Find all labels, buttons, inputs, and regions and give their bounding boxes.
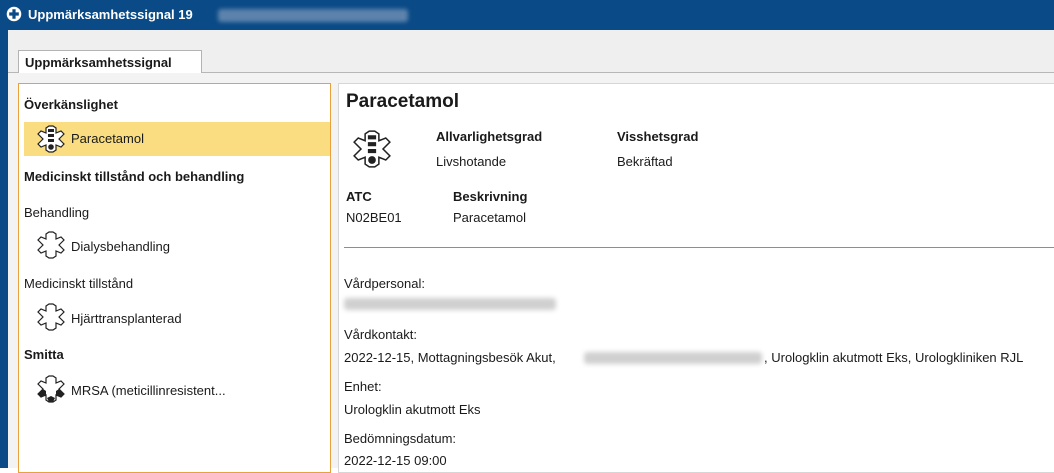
section-heading-overkanslighet: Överkänslighet (24, 97, 118, 112)
assessment-date-value: 2022-12-15 09:00 (344, 453, 447, 468)
selected-row-highlight (24, 122, 330, 156)
description-value: Paracetamol (453, 210, 526, 225)
list-item-label: Dialysbehandling (71, 239, 171, 254)
window-left-frame (0, 30, 8, 468)
description-label: Beskrivning (453, 189, 528, 204)
unit-label: Enhet: (344, 379, 382, 394)
redacted-patient-id (218, 9, 408, 22)
redacted-contact-person (584, 352, 762, 364)
medical-alert-large-icon (353, 130, 391, 168)
window-titlebar: Uppmärksamhetssignal 19 (0, 0, 1054, 30)
section-heading-smitta: Smitta (24, 347, 64, 362)
staff-label: Vårdpersonal: (344, 276, 425, 291)
group-heading-medicinskt-tillstand: Medicinskt tillstånd (24, 276, 134, 291)
contact-value-end: , Urologklin akutmott Eks, Urologklinike… (764, 350, 1024, 365)
contact-value-start: 2022-12-15, Mottagningsbesök Akut, (344, 350, 556, 365)
tab-label: Uppmärksamhetssignal (25, 55, 172, 70)
severity-value: Livshotande (436, 154, 507, 169)
detail-divider (344, 247, 1054, 248)
certainty-value: Bekräftad (617, 154, 673, 169)
atc-label: ATC (346, 189, 372, 204)
list-item-label: Paracetamol (71, 131, 144, 146)
medical-alert-icon (37, 125, 65, 153)
detail-title: Paracetamol (346, 91, 460, 112)
atc-value: N02BE01 (346, 210, 402, 225)
medical-alert-outline-icon (37, 231, 65, 259)
infection-alert-icon (37, 375, 65, 403)
redacted-staff-name (344, 298, 556, 310)
contact-label: Vårdkontakt: (344, 327, 417, 342)
certainty-label: Visshetsgrad (617, 129, 699, 144)
unit-value: Urologklin akutmott Eks (344, 402, 481, 417)
list-item-label: Hjärttransplanterad (71, 311, 182, 326)
section-heading-medicinskt-tillstand-och-behandling: Medicinskt tillstånd och behandling (24, 169, 245, 184)
assessment-date-label: Bedömningsdatum: (344, 431, 457, 446)
medical-alert-outline-icon (37, 303, 65, 331)
window-title: Uppmärksamhetssignal 19 (28, 7, 193, 22)
group-heading-behandling: Behandling (24, 205, 90, 220)
alert-cross-icon (6, 6, 22, 22)
tab-uppmarksamhetssignal[interactable]: Uppmärksamhetssignal (18, 50, 202, 73)
severity-label: Allvarlighetsgrad (436, 129, 543, 144)
list-item-label: MRSA (meticillinresistent... (71, 383, 226, 398)
